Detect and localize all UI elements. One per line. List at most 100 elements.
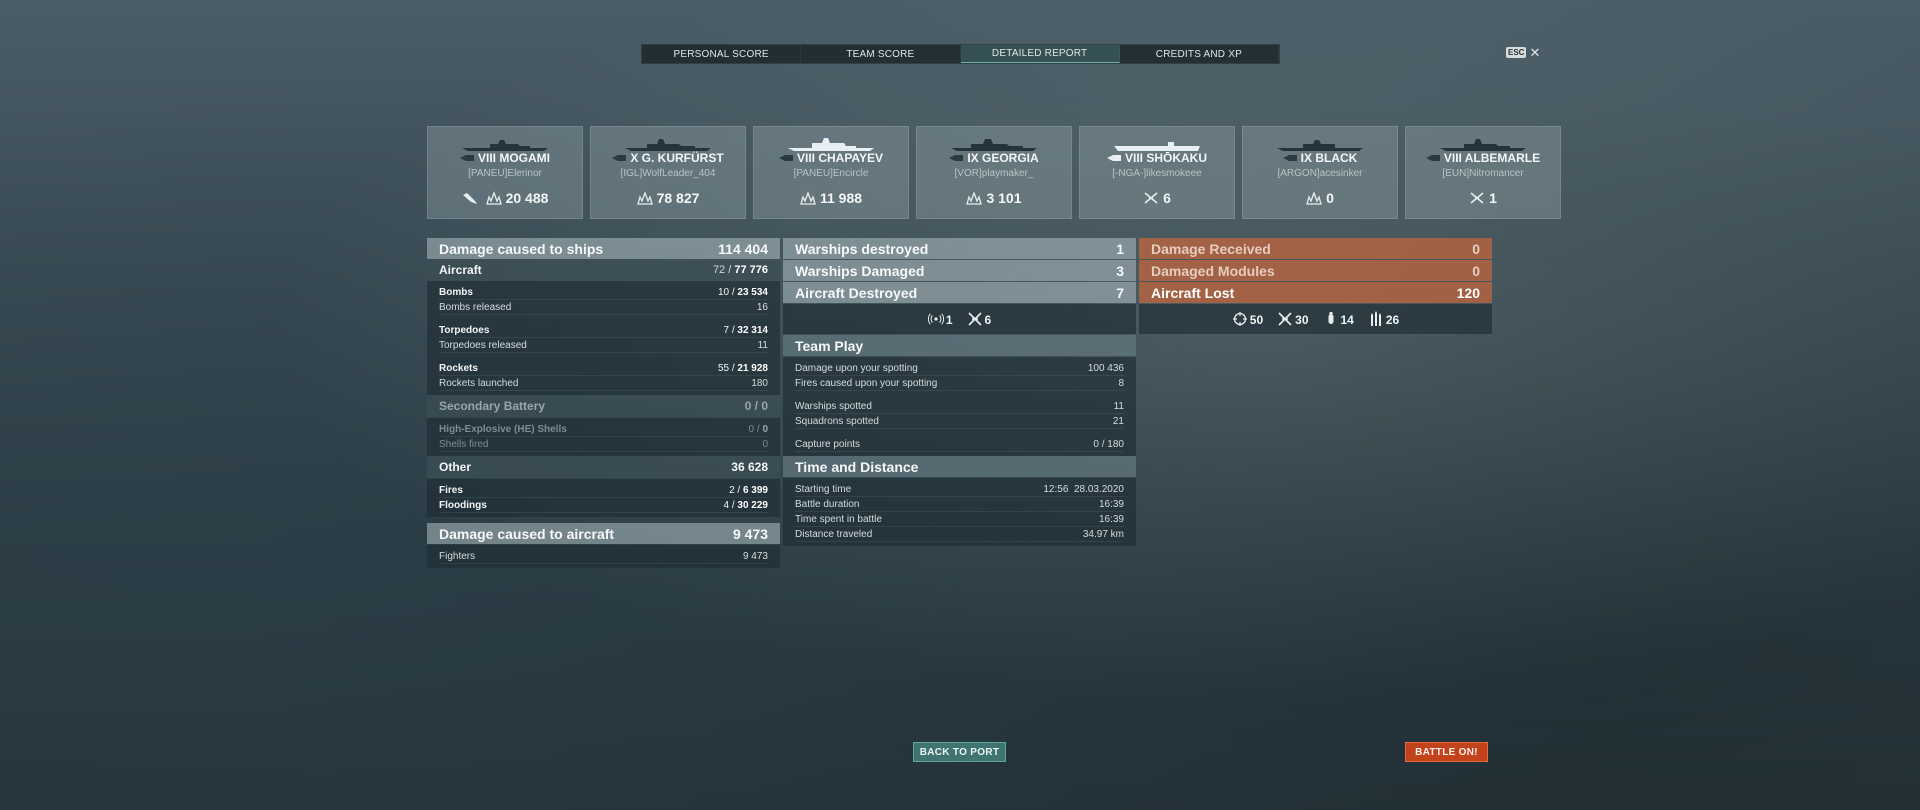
ship-name: VIII MOGAMI: [478, 151, 550, 165]
starting-time-row: Starting time 12:56 28.03.2020: [795, 482, 1124, 497]
bomb-icon: [1328, 312, 1333, 324]
squadrons-spotted-row: Squadrons spotted 21: [795, 414, 1124, 429]
aircraft-destroyed-icon: [1278, 312, 1292, 326]
crosshair-icon: [1232, 312, 1247, 326]
aircraft-destroyed-icon: [1144, 192, 1158, 204]
player-name: [EUN]Nitromancer: [1442, 168, 1524, 179]
ship-card[interactable]: VIII SHŌKAKU [-NGA-]likesmokeee 6: [1079, 126, 1235, 219]
ship-name: X G. KURFÜRST: [630, 151, 724, 165]
time-spent-row: Time spent in battle 16:39: [795, 512, 1124, 527]
ship-class-icon: [949, 155, 964, 161]
rockets-launched-row: Rockets launched 180: [439, 376, 768, 391]
ship-card[interactable]: X G. KURFÜRST [IGL]WolfLeader_404 78 827: [590, 126, 746, 219]
bombs-row: Bombs 10 / 23 534: [439, 285, 768, 300]
tab-personal-score[interactable]: PERSONAL SCORE: [642, 45, 802, 63]
tab-bar: PERSONAL SCORE TEAM SCORE DETAILED REPOR…: [641, 44, 1280, 64]
warships-damaged-row: Warships Damaged 3: [783, 260, 1136, 281]
damage-icon: [485, 191, 502, 205]
player-name: [VOR]playmaker_: [954, 168, 1034, 179]
bombs-released-row: Bombs released 16: [439, 300, 768, 315]
close-icon: ✕: [1529, 45, 1541, 60]
ship-card[interactable]: IX GEORGIA [VOR]playmaker_ 3 101: [916, 126, 1072, 219]
fires-spotting-row: Fires caused upon your spotting 8: [795, 376, 1124, 391]
ship-class-icon: [1282, 155, 1297, 161]
time-distance-details: Starting time 12:56 28.03.2020 Battle dur…: [783, 478, 1136, 546]
close-button[interactable]: ESC ✕: [1506, 46, 1540, 59]
received-icons-row: 50 30 14 26: [1139, 304, 1492, 334]
spotting-icon: [927, 313, 944, 325]
rockets-icon: [1370, 311, 1381, 326]
aircraft-destroyed-icon: [1470, 192, 1484, 204]
distance-row: Distance traveled 34.97 km: [795, 527, 1124, 542]
ship-class-icon: [1425, 155, 1440, 161]
damage-value: 20 488: [505, 190, 549, 206]
capture-points-row: Capture points 0 / 180: [795, 437, 1124, 452]
rockets-row: Rockets 55 / 21 928: [439, 361, 768, 376]
other-details: Fires 2 / 6 399 Floodings 4 / 30 229: [427, 479, 780, 517]
damage-ships-header: Damage caused to ships 114 404: [427, 238, 780, 259]
damage-aircraft-header: Damage caused to aircraft 9 473: [427, 523, 780, 544]
team-play-header: Team Play: [783, 335, 1136, 356]
damage-icon: [966, 191, 983, 205]
fires-row: Fires 2 / 6 399: [439, 483, 768, 498]
player-name: [IGL]WolfLeader_404: [620, 168, 716, 179]
battle-on-button[interactable]: BATTLE ON!: [1405, 742, 1488, 762]
damaged-modules-row: Damaged Modules 0: [1139, 260, 1492, 281]
damage-value: 0: [1326, 190, 1334, 206]
damage-panel: Damage caused to ships 114 404 Aircraft …: [427, 238, 780, 568]
ship-silhouette-icon: [788, 138, 874, 151]
tab-credits-and-xp[interactable]: CREDITS AND XP: [1120, 45, 1279, 63]
secondary-battery-details: High-Explosive (HE) Shells 0 / 0 Shells f…: [427, 418, 780, 456]
damage-icon: [1306, 191, 1322, 205]
ship-card[interactable]: VIII ALBEMARLE [EUN]Nitromancer 1: [1405, 126, 1561, 219]
esc-key-hint: ESC: [1506, 47, 1527, 58]
aircraft-details: Bombs 10 / 23 534 Bombs released 16 Torped…: [427, 281, 780, 395]
tab-team-score[interactable]: TEAM SCORE: [801, 45, 961, 63]
aircraft-destroyed-value: 1: [1489, 190, 1497, 206]
back-to-port-button[interactable]: BACK TO PORT: [913, 742, 1006, 762]
ship-silhouette-icon: [1440, 139, 1526, 151]
warships-destroyed-row: Warships destroyed 1: [783, 238, 1136, 259]
ship-name: VIII ALBEMARLE: [1443, 151, 1541, 165]
damage-icon: [636, 191, 653, 205]
floodings-row: Floodings 4 / 30 229: [439, 498, 768, 513]
other-header: Other 36 628: [427, 456, 780, 478]
player-name: [-NGA-]likesmokeee: [1112, 168, 1202, 179]
damage-value: 3 101: [986, 190, 1022, 206]
aircraft-destroyed-row: Aircraft Destroyed 7: [783, 282, 1136, 303]
ship-name: VIII SHŌKAKU: [1124, 151, 1207, 165]
damage-received-row: Damage Received 0: [1139, 238, 1492, 259]
ship-name: IX BLACK: [1300, 151, 1358, 165]
player-name: [PANEU]Elerinor: [468, 168, 542, 179]
shells-fired-row: Shells fired 0: [439, 437, 768, 452]
team-play-details: Damage upon your spotting 100 436 Fires c…: [783, 357, 1136, 456]
kill-icons-row: 1 6: [783, 304, 1136, 334]
damage-aircraft-details: Fighters 9 473: [427, 545, 780, 568]
ship-name: VIII CHAPAYEV: [796, 151, 884, 165]
ship-silhouette-icon: [625, 139, 711, 151]
tab-detailed-report[interactable]: DETAILED REPORT: [960, 45, 1120, 63]
secondary-battery-header: Secondary Battery 0 / 0: [427, 395, 780, 417]
torpedoes-released-row: Torpedoes released 11: [439, 338, 768, 353]
ship-card[interactable]: VIII CHAPAYEV [PANEU]Encircle 11 988: [753, 126, 909, 219]
aircraft-header: Aircraft 72 / 77 776: [427, 260, 780, 280]
player-name: [ARGON]acesinker: [1277, 168, 1363, 179]
ship-silhouette-icon: [1114, 142, 1200, 151]
aircraft-destroyed-value: 6: [1163, 190, 1171, 206]
torpedoes-row: Torpedoes 7 / 32 314: [439, 323, 768, 338]
ship-class-icon: [778, 155, 793, 161]
kills-panel: Warships destroyed 1 Warships Damaged 3 Ai…: [783, 238, 1136, 546]
ship-silhouette-icon: [462, 140, 548, 151]
ship-class-icon: [612, 155, 627, 161]
damage-value: 78 827: [656, 190, 700, 206]
received-panel: Damage Received 0 Damaged Modules 0 Aircra…: [1139, 238, 1492, 335]
ship-card[interactable]: VIII MOGAMI [PANEU]Elerinor 20 488: [427, 126, 583, 219]
battle-duration-row: Battle duration 16:39: [795, 497, 1124, 512]
ship-silhouette-icon: [1277, 140, 1363, 151]
ship-card[interactable]: IX BLACK [ARGON]acesinker 0: [1242, 126, 1398, 219]
ship-silhouette-icon: [951, 139, 1037, 151]
fighters-row: Fighters 9 473: [439, 549, 768, 564]
time-distance-header: Time and Distance: [783, 456, 1136, 477]
damage-spotting-row: Damage upon your spotting 100 436: [795, 361, 1124, 376]
damage-icon: [800, 191, 816, 205]
